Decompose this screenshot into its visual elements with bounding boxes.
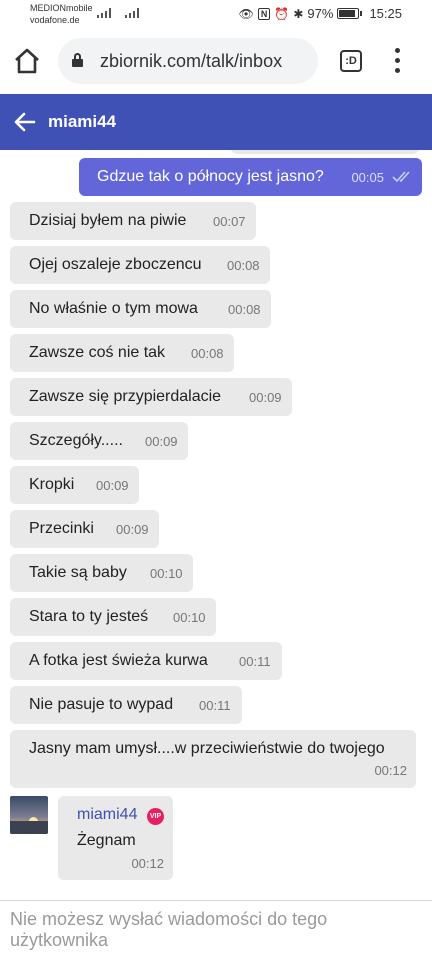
signal-icon-2 <box>125 8 141 18</box>
message-text: A fotka jest świeża kurwa <box>29 652 208 669</box>
message-text: Stara to ty jesteś <box>29 608 149 625</box>
message-text: Przecinki <box>29 520 94 537</box>
incoming-message: Takie są baby 00:10 <box>10 554 193 592</box>
nfc-icon: N <box>257 7 271 20</box>
battery-icon <box>337 8 363 19</box>
arrow-left-icon <box>14 112 36 132</box>
message-text: Zawsze się przypierdalacie <box>29 388 222 405</box>
status-icons: 👁 N ⏰ ✱ 97% 15:25 <box>239 6 402 21</box>
vip-message: miami44 VIP Żegnam 00:12 <box>58 796 173 880</box>
message-text: Ojej oszaleje zboczencu <box>29 256 202 273</box>
battery-percent: 97% <box>307 6 334 21</box>
incoming-message: Ojej oszaleje zboczencu 00:08 <box>10 246 270 284</box>
home-icon <box>15 48 39 74</box>
outgoing-message: Gdzue tak o północy jest jasno? 00:05 <box>79 158 422 196</box>
incoming-message: Szczegóły..... 00:09 <box>10 422 188 460</box>
composer-disabled-notice: Nie możesz wysłać wiadomości do tego uży… <box>0 900 432 960</box>
incoming-message: Dzisiaj byłem na piwie 00:07 <box>10 202 256 240</box>
address-bar[interactable]: zbiornik.com/talk/inbox <box>58 38 318 84</box>
carrier-name-1: MEDIONmobile <box>30 3 93 13</box>
message-time: 00:11 <box>239 654 271 669</box>
message-time: 00:12 <box>374 763 407 778</box>
incoming-message: A fotka jest świeża kurwa 00:11 <box>10 642 282 680</box>
incoming-message: Kropki 00:09 <box>10 466 139 504</box>
signal-icon-1 <box>97 8 115 18</box>
message-time: 00:07 <box>213 214 246 229</box>
status-time: 15:25 <box>369 6 402 21</box>
eye-icon: 👁 <box>238 6 254 21</box>
message-time: 00:12 <box>131 856 164 871</box>
partial-message <box>230 150 420 154</box>
message-time: 00:09 <box>145 434 178 449</box>
incoming-message: Stara to ty jesteś 00:10 <box>10 598 216 636</box>
message-time: 00:08 <box>228 302 261 317</box>
message-time: 00:05 <box>351 170 384 185</box>
message-time: 00:11 <box>199 698 231 713</box>
url-text: zbiornik.com/talk/inbox <box>100 51 283 71</box>
incoming-message: Zawsze coś nie tak 00:08 <box>10 334 234 372</box>
message-time: 00:10 <box>150 566 183 581</box>
message-time: 00:09 <box>96 478 129 493</box>
incoming-message: Przecinki 00:09 <box>10 510 159 548</box>
incoming-message: Nie pasuje to wypad 00:11 <box>10 686 242 724</box>
message-text: Kropki <box>29 476 75 493</box>
incoming-message: Zawsze się przypierdalacie 00:09 <box>10 378 292 416</box>
message-text: Gdzue tak o północy jest jasno? <box>97 168 324 185</box>
more-menu-icon[interactable] <box>390 48 404 74</box>
carrier-name-2: vodafone.de <box>30 15 80 25</box>
avatar[interactable] <box>10 796 48 834</box>
message-text: Takie są baby <box>29 564 127 581</box>
tabs-button[interactable]: :D <box>340 50 362 72</box>
alarm-icon: ⏰ <box>274 6 290 21</box>
message-text: Zawsze coś nie tak <box>29 344 166 361</box>
chat-header: miami44 <box>0 94 432 150</box>
author-name[interactable]: miami44 <box>77 806 137 824</box>
message-text: Dzisiaj byłem na piwie <box>29 212 187 229</box>
lock-icon <box>72 53 83 67</box>
message-time: 00:08 <box>191 346 224 361</box>
bluetooth-icon: ✱ <box>293 6 304 21</box>
message-text: Szczegóły..... <box>29 432 123 449</box>
incoming-message: No właśnie o tym mowa 00:08 <box>10 290 271 328</box>
message-text: Żegnam <box>77 832 136 849</box>
vip-badge: VIP <box>147 808 164 825</box>
message-time: 00:09 <box>249 390 282 405</box>
status-bar: MEDIONmobile vodafone.de 👁 N ⏰ ✱ 97% 15:… <box>0 0 432 28</box>
message-time: 00:10 <box>173 610 206 625</box>
message-list[interactable]: Gdzue tak o północy jest jasno? 00:05 Dz… <box>0 150 432 900</box>
browser-toolbar: zbiornik.com/talk/inbox :D <box>0 28 432 94</box>
back-button[interactable] <box>12 109 38 135</box>
incoming-message: Jasny mam umysł....w przeciwieństwie do … <box>10 730 416 788</box>
double-check-icon <box>392 171 410 183</box>
chat-title: miami44 <box>48 112 117 131</box>
message-time: 00:08 <box>227 258 260 273</box>
home-button[interactable] <box>12 46 42 76</box>
message-time: 00:09 <box>116 522 149 537</box>
message-text: Jasny mam umysł....w przeciwieństwie do … <box>29 740 385 757</box>
notice-text: Nie możesz wysłać wiadomości do tego uży… <box>10 909 328 950</box>
carrier-info: MEDIONmobile vodafone.de <box>30 2 93 26</box>
message-text: No właśnie o tym mowa <box>29 300 198 317</box>
message-text: Nie pasuje to wypad <box>29 696 174 713</box>
